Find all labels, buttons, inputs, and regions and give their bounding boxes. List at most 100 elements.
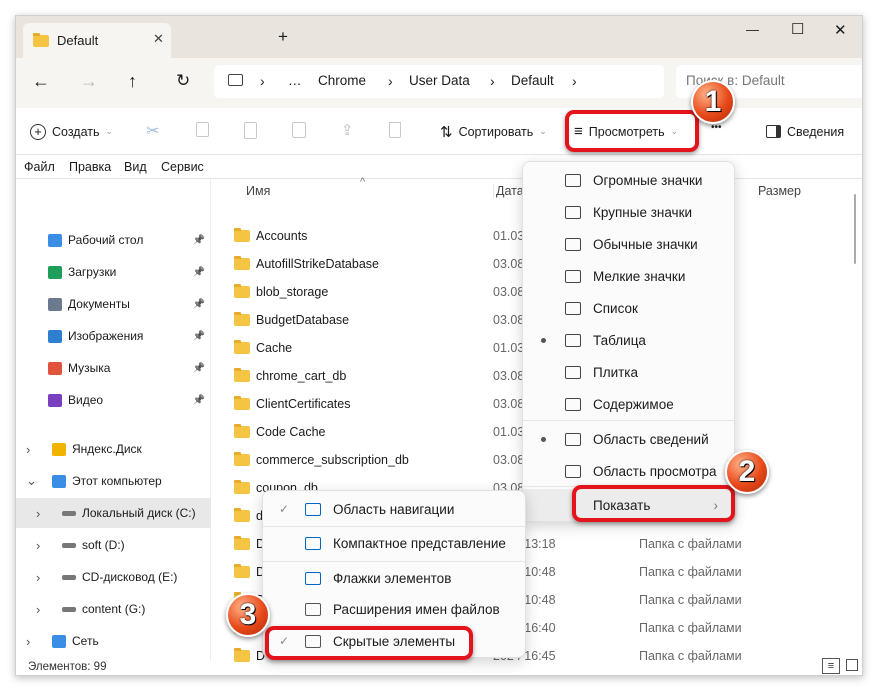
show-menu-item[interactable]: Флажки элементов xyxy=(263,562,525,594)
sidebar-item[interactable]: Рабочий стол 📌 xyxy=(16,225,211,255)
folder-icon xyxy=(234,228,250,242)
folder-icon xyxy=(234,536,250,550)
show-menu-item[interactable]: Компактное представление xyxy=(263,527,525,559)
option-icon xyxy=(305,571,321,585)
view-mode-icon xyxy=(565,237,581,251)
menu-tools[interactable]: Сервис xyxy=(161,160,204,174)
menu-file[interactable]: Файл xyxy=(24,160,55,174)
tree-item-label: Локальный диск (C:) xyxy=(82,506,196,520)
location-icon xyxy=(52,474,66,488)
delete-icon[interactable] xyxy=(389,122,401,138)
new-tab-button[interactable]: + xyxy=(278,27,288,47)
close-tab-icon[interactable]: ✕ xyxy=(153,31,164,47)
tree-item[interactable]: › Яндекс.Диск xyxy=(16,434,211,464)
details-view-toggle[interactable]: ≡ xyxy=(822,658,840,674)
folder-icon xyxy=(234,508,250,522)
menu-edit[interactable]: Правка xyxy=(69,160,111,174)
chevron-right-icon[interactable]: › xyxy=(36,538,50,553)
sidebar-item[interactable]: Музыка 📌 xyxy=(16,353,211,383)
menu-item-label: Мелкие значки xyxy=(593,268,686,284)
close-window-button[interactable]: ✕ xyxy=(834,21,847,39)
copy-icon[interactable] xyxy=(196,122,209,137)
chevron-right-icon[interactable]: › xyxy=(36,570,50,585)
show-menu-item[interactable]: Расширения имен файлов xyxy=(263,593,525,625)
back-button[interactable]: ← xyxy=(32,71,50,92)
sidebar-item[interactable]: Видео 📌 xyxy=(16,385,211,415)
tree-item[interactable]: › Сеть xyxy=(16,626,211,656)
create-button[interactable]: + Создать ⌄ xyxy=(30,108,113,155)
sidebar-item[interactable]: Документы 📌 xyxy=(16,289,211,319)
file-name: ClientCertificates xyxy=(256,397,351,411)
location-icon xyxy=(52,634,66,648)
view-menu-item[interactable]: Крупные значки xyxy=(523,196,734,228)
refresh-button[interactable]: ↻ xyxy=(176,71,190,91)
maximize-button[interactable]: ☐ xyxy=(791,20,804,38)
chevron-right-icon[interactable]: › xyxy=(26,634,40,649)
sidebar-item-label: Видео xyxy=(68,393,104,407)
view-menu-item[interactable]: Область сведений xyxy=(523,423,734,455)
view-menu-item[interactable]: Огромные значки xyxy=(523,164,734,196)
location-icon xyxy=(62,542,76,548)
menu-view[interactable]: Вид xyxy=(124,160,147,174)
forward-button[interactable]: → xyxy=(80,71,98,92)
view-menu-item[interactable]: Мелкие значки xyxy=(523,260,734,292)
folder-icon xyxy=(234,368,250,382)
tree-item-label: content (G:) xyxy=(82,602,146,616)
folder-icon xyxy=(234,340,250,354)
chevron-down-icon[interactable]: ⌄ xyxy=(26,473,40,489)
scrollbar[interactable] xyxy=(854,194,856,264)
sidebar-item-label: Изображения xyxy=(68,329,144,343)
view-menu-item[interactable]: Область просмотра xyxy=(523,455,734,487)
up-button[interactable]: ↑ xyxy=(128,71,137,92)
paste-icon[interactable] xyxy=(244,122,257,139)
minimize-button[interactable]: — xyxy=(746,22,759,37)
view-mode-icon xyxy=(565,173,581,187)
details-button[interactable]: Сведения xyxy=(766,108,844,155)
command-bar: + Создать ⌄ ✂ ⇪ ⇅ Сортировать ⌄ ≡ Просмотреть… xyxy=(16,108,862,155)
tree-item[interactable]: ⌄ Этот компьютер xyxy=(16,466,211,496)
view-mode-icon xyxy=(565,432,581,446)
sidebar-item-label: Загрузки xyxy=(68,265,117,279)
folder-icon xyxy=(234,564,250,578)
location-icon xyxy=(48,393,62,407)
breadcrumb-more[interactable]: … xyxy=(288,73,302,88)
menu-item-label: Таблица xyxy=(593,332,646,348)
chevron-right-icon[interactable]: › xyxy=(26,442,40,457)
share-icon[interactable]: ⇪ xyxy=(341,121,354,139)
address-bar[interactable]: › … Chrome › User Data › Default › xyxy=(214,65,664,98)
breadcrumb-chrome[interactable]: Chrome xyxy=(318,73,366,88)
rename-icon[interactable] xyxy=(292,122,306,138)
tree-item[interactable]: › content (G:) xyxy=(16,594,211,624)
tree-item[interactable]: › CD-дисковод (E:) xyxy=(16,562,211,592)
cut-icon[interactable]: ✂ xyxy=(146,121,159,141)
tree-item[interactable]: › soft (D:) xyxy=(16,530,211,560)
tree-item[interactable]: › Локальный диск (C:) xyxy=(16,498,211,528)
breadcrumb-default[interactable]: Default xyxy=(511,73,554,88)
plus-icon: + xyxy=(30,123,46,140)
sort-button[interactable]: ⇅ Сортировать ⌄ xyxy=(440,108,547,155)
view-menu-item[interactable]: Содержимое xyxy=(523,388,734,420)
breadcrumb-user-data[interactable]: User Data xyxy=(409,73,470,88)
tab-default[interactable]: Default ✕ xyxy=(23,23,171,58)
chevron-right-icon[interactable]: › xyxy=(36,602,50,617)
title-bar: Default ✕ + — ☐ ✕ xyxy=(16,16,862,58)
view-menu-item[interactable]: Список xyxy=(523,292,734,324)
column-size[interactable]: Размер xyxy=(758,184,801,198)
highlight-hidden-items xyxy=(265,626,473,660)
menu-item-label: Огромные значки xyxy=(593,172,703,188)
highlight-view-button xyxy=(565,110,699,152)
view-mode-icon xyxy=(565,301,581,315)
column-name[interactable]: Имя xyxy=(246,184,270,198)
tiles-view-toggle[interactable] xyxy=(846,659,858,671)
sidebar-item[interactable]: Загрузки 📌 xyxy=(16,257,211,287)
chevron-right-icon[interactable]: › xyxy=(36,506,50,521)
sidebar-item[interactable]: Изображения 📌 xyxy=(16,321,211,351)
view-menu-item[interactable]: Плитка xyxy=(523,356,734,388)
show-menu-item[interactable]: ✓ Область навигации xyxy=(263,493,525,525)
menu-item-label: Список xyxy=(593,300,638,316)
highlight-show-item xyxy=(572,485,735,522)
view-menu-item[interactable]: Таблица xyxy=(523,324,734,356)
view-mode-icon xyxy=(565,365,581,379)
view-menu-item[interactable]: Обычные значки xyxy=(523,228,734,260)
file-name: AutofillStrikeDatabase xyxy=(256,257,379,271)
